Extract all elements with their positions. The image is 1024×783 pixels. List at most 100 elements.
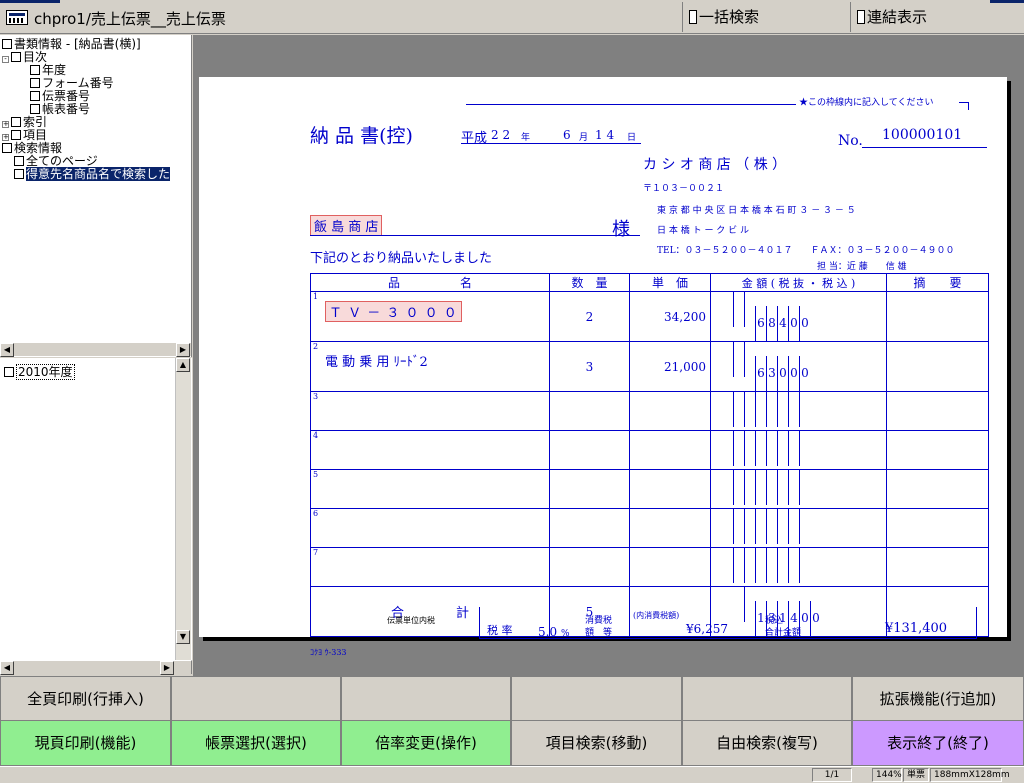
amount-digit: 3 <box>766 356 777 391</box>
tree-item-document-info[interactable]: 書類情報 - [納品書(横)] <box>2 38 141 50</box>
page-icon <box>30 104 40 114</box>
tree-item-slip-no[interactable]: 伝票番号 <box>30 90 90 102</box>
remarks-cell <box>886 341 989 392</box>
tree-item-all-pages[interactable]: 全てのページ <box>14 155 98 167</box>
batch-search-label: 一括検索 <box>699 8 760 26</box>
year-list[interactable]: 2010年度 <box>0 358 192 660</box>
amount-digit: 6 <box>755 306 766 341</box>
inner-tax-amount: ¥6,257 <box>686 622 728 636</box>
print-current-button[interactable]: 現頁印刷(機能) <box>0 720 171 766</box>
tree-item-index[interactable]: + 索引 <box>2 116 47 128</box>
tree-horizontal-scrollbar[interactable]: ◀ ▶ <box>0 342 191 357</box>
year-value: 2 2 <box>491 128 511 142</box>
scroll-up-icon[interactable]: ▲ <box>176 358 190 372</box>
tree-item-year[interactable]: 年度 <box>30 64 66 76</box>
f5-button[interactable] <box>682 676 852 722</box>
amount-digit <box>799 509 810 544</box>
linked-display-button[interactable]: 連結表示 <box>850 2 1024 32</box>
checkbox-icon <box>857 10 865 24</box>
tree-item-fields[interactable]: + 項目 <box>2 129 47 141</box>
collapse-icon[interactable]: - <box>2 56 9 63</box>
quantity-cell: 2 <box>549 291 630 342</box>
change-zoom-button[interactable]: 倍率変更(操作) <box>341 720 511 766</box>
amount-cell: 63000 <box>710 341 887 392</box>
f3-button[interactable] <box>341 676 511 722</box>
scroll-left-icon[interactable]: ◀ <box>0 343 14 357</box>
amount-cell <box>710 547 887 587</box>
amount-digit <box>755 470 766 505</box>
expand-icon[interactable]: + <box>2 134 9 141</box>
item-name-cell: 2 電 動 乗 用 ﾘｰﾄﾞ2 <box>310 341 550 392</box>
amount-cell <box>710 391 887 431</box>
tax-rate: 5.0 <box>538 625 558 639</box>
quantity-cell <box>549 430 630 470</box>
batch-search-button[interactable]: 一括検索 <box>682 2 848 32</box>
page-icon <box>14 169 24 179</box>
unit-price-cell: 34,200 <box>629 291 711 342</box>
f2-button[interactable] <box>171 676 341 722</box>
amount-digit: 0 <box>788 306 799 341</box>
postal-code: 〒１０３－００２１ <box>643 184 725 194</box>
date-underline <box>461 143 641 144</box>
amount-digit <box>744 292 755 327</box>
titlebar-strip <box>0 0 60 3</box>
exit-display-button[interactable]: 表示終了(終了) <box>852 720 1024 766</box>
amount-digit: 6 <box>755 356 766 391</box>
amount-digit <box>755 509 766 544</box>
app-icon <box>6 10 28 25</box>
form-code: ｺｸﾖ ｳ-333 <box>310 648 347 657</box>
year-horizontal-scrollbar[interactable]: ◀ ▶ <box>0 660 192 675</box>
tree-item-saved-search[interactable]: 得意先名商品名で検索した <box>14 167 171 181</box>
company-address: 東 京 都 中 央 区 日 本 橋 本 石 町 ３ － ３ － ５ <box>657 206 856 216</box>
amount-cell <box>710 469 887 509</box>
page-indicator: 1/1 <box>812 768 852 782</box>
paper-size: 188mmX128mm <box>930 768 1010 782</box>
note-line <box>466 104 796 105</box>
item-name: 電 動 乗 用 ﾘｰﾄﾞ2 <box>325 355 428 370</box>
scroll-left-icon[interactable]: ◀ <box>0 661 14 675</box>
amount-digit <box>755 392 766 427</box>
honorific: 様 <box>612 219 630 240</box>
amount-digit <box>733 431 744 466</box>
scroll-right-icon[interactable]: ▶ <box>176 343 190 357</box>
amount-digit <box>799 392 810 427</box>
tree-item-form-no[interactable]: フォーム番号 <box>30 77 114 89</box>
row-number: 5 <box>313 470 319 479</box>
company-building: 日 本 橋 ト ー ク ビ ル <box>657 226 750 236</box>
table-row: 2電 動 乗 用 ﾘｰﾄﾞ2 3 21,000 6 3 0 0 0 <box>310 341 989 392</box>
header-item-name: 品 名 <box>310 273 550 292</box>
table-row: 7 <box>310 547 989 587</box>
tree-item-toc[interactable]: - 目次 <box>2 51 47 63</box>
print-mode: 単票 <box>903 768 929 782</box>
tree-item-search-info[interactable]: 検索情報 <box>2 142 62 154</box>
amount-digit <box>777 431 788 466</box>
year-vertical-scrollbar[interactable]: ▲ ▼ <box>175 358 191 660</box>
amount-digit <box>733 470 744 505</box>
extended-function-button[interactable]: 拡張機能(行追加) <box>852 676 1024 722</box>
select-form-button[interactable]: 帳票選択(選択) <box>171 720 341 766</box>
delivery-slip-page: ★この枠線内に記入してください 納 品 書(控) 平成 2 2 年 6 月 1 … <box>199 77 1007 657</box>
quantity-cell <box>549 391 630 431</box>
unit-price-cell <box>629 391 711 431</box>
year-item[interactable]: 2010年度 <box>4 363 75 380</box>
scroll-down-icon[interactable]: ▼ <box>176 630 190 644</box>
remarks-cell <box>886 508 989 548</box>
tree-item-ledger-no[interactable]: 帳表番号 <box>30 103 90 115</box>
print-all-button[interactable]: 全頁印刷(行挿入) <box>0 676 171 722</box>
document-viewer[interactable]: ★この枠線内に記入してください 納 品 書(控) 平成 2 2 年 6 月 1 … <box>193 35 1024 676</box>
row-number: 6 <box>313 509 319 518</box>
header-quantity: 数 量 <box>549 273 630 292</box>
free-search-button[interactable]: 自由検索(複写) <box>682 720 852 766</box>
delivery-message: 下記のとおり納品いたしました <box>310 251 493 266</box>
scroll-right-icon[interactable]: ▶ <box>160 661 174 675</box>
f4-button[interactable] <box>511 676 682 722</box>
expand-icon[interactable]: + <box>2 121 9 128</box>
amount-digit <box>744 431 755 466</box>
item-name-cell: 7 <box>310 547 550 587</box>
index-tree[interactable]: 書類情報 - [納品書(横)] - 目次 年度 フォーム番号 伝票番号 帳表番号 … <box>0 35 192 357</box>
unit-price-cell <box>629 469 711 509</box>
month-unit: 月 <box>579 133 589 143</box>
quantity-cell <box>549 508 630 548</box>
field-search-button[interactable]: 項目検索(移動) <box>511 720 682 766</box>
item-name-cell: 4 <box>310 430 550 470</box>
